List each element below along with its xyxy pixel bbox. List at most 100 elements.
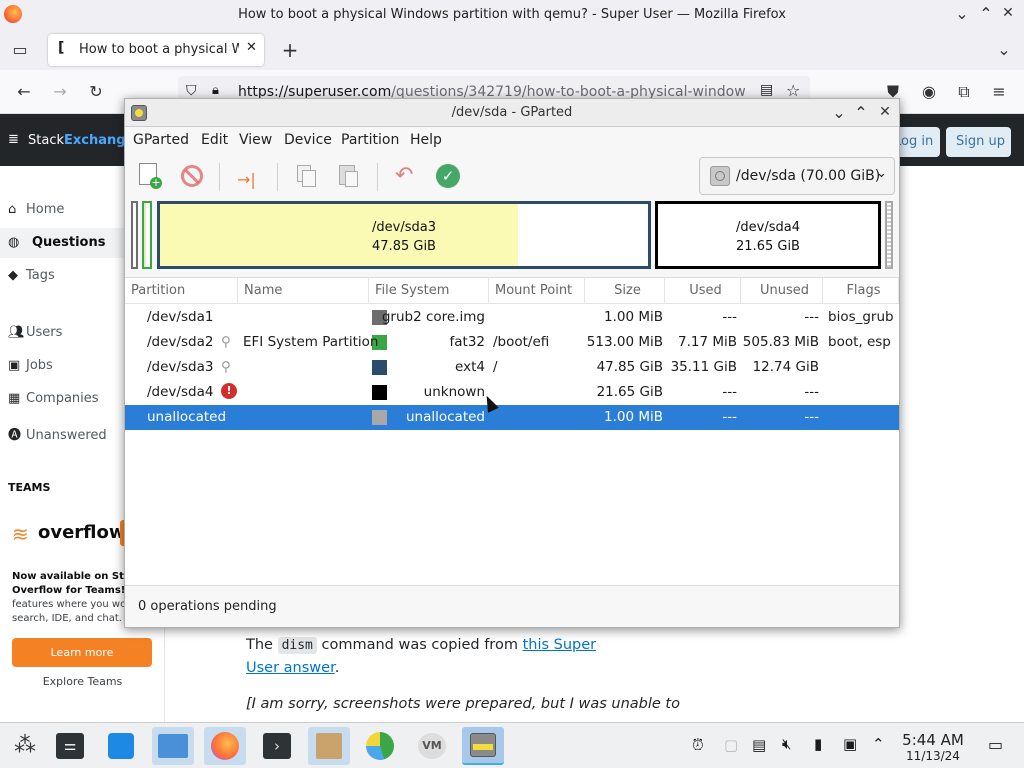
- account-icon[interactable]: ◉: [920, 82, 938, 101]
- app-launcher-icon[interactable]: ⁂: [4, 727, 46, 765]
- map-sda1[interactable]: [131, 201, 138, 269]
- signup-button[interactable]: Sign up: [946, 127, 1011, 157]
- cell-size: 21.65 GiB: [596, 384, 663, 400]
- disk-map: /dev/sda3 47.85 GiB /dev/sda4 21.65 GiB: [129, 199, 895, 271]
- globe-icon: ◍: [8, 235, 20, 250]
- clipboard-manager-icon[interactable]: ▤: [752, 736, 766, 754]
- show-desktop-icon[interactable]: ▭: [988, 735, 1003, 754]
- partition-row[interactable]: unallocated unallocated 1.00 MiB --- ---: [125, 405, 899, 430]
- new-tab-icon[interactable]: +: [280, 38, 300, 62]
- new-partition-icon[interactable]: +: [133, 159, 167, 193]
- store-icon[interactable]: [100, 727, 142, 765]
- menu-help[interactable]: Help: [410, 132, 442, 148]
- cell-fs: unallocated: [405, 409, 485, 425]
- learn-more-button[interactable]: Learn more: [12, 638, 152, 667]
- menu-view[interactable]: View: [239, 132, 272, 148]
- partition-row[interactable]: ⚲ /dev/sda3 ext4 / 47.85 GiB 35.11 GiB 12.74 G…: [125, 355, 899, 380]
- nav-users[interactable]: 👥︎Users: [8, 325, 62, 340]
- files-icon[interactable]: [152, 727, 194, 765]
- tab-list-icon[interactable]: ⌄: [994, 40, 1014, 59]
- forward-icon[interactable]: →: [50, 82, 70, 101]
- disk-usage-icon[interactable]: [360, 727, 402, 765]
- menu-icon[interactable]: ≡: [990, 82, 1008, 101]
- reader-mode-icon[interactable]: ▤: [760, 82, 773, 98]
- volume-muted-icon[interactable]: 🔇︎: [782, 735, 791, 753]
- back-icon[interactable]: ←: [14, 82, 34, 101]
- apply-icon[interactable]: ✓: [431, 159, 465, 193]
- nav-unanswered[interactable]: 🅐︎ Unanswered: [8, 424, 107, 443]
- building-icon: ▦: [8, 391, 21, 406]
- partition-row[interactable]: ! /dev/sda4 unknown 21.65 GiB --- ---: [125, 380, 899, 405]
- clock-time: 5:44 AM: [902, 731, 964, 749]
- partition-table: Partition Name File System Mount Point S…: [125, 277, 899, 585]
- explore-teams-link[interactable]: Explore Teams: [0, 675, 165, 688]
- terminal-icon[interactable]: ›: [256, 727, 298, 765]
- tab-overview-icon[interactable]: ▭: [10, 40, 30, 59]
- paste-icon[interactable]: [331, 159, 365, 193]
- tag-icon: ◆: [8, 268, 18, 283]
- tray-expand-icon[interactable]: ⌃: [872, 735, 885, 753]
- extensions-icon[interactable]: ⧉: [955, 82, 973, 102]
- device-label: /dev/sda (70.00 GiB): [736, 168, 881, 184]
- maximize-icon[interactable]: ⌃: [978, 4, 994, 23]
- cell-partition: /dev/sda3: [147, 359, 214, 375]
- firefox-icon[interactable]: [204, 727, 246, 765]
- resize-move-icon[interactable]: →|: [231, 159, 265, 193]
- cell-unused: 12.74 GiB: [752, 359, 819, 375]
- menu-partition[interactable]: Partition: [341, 132, 399, 148]
- map-sda3[interactable]: /dev/sda3 47.85 GiB: [157, 201, 651, 269]
- map-sda2[interactable]: [142, 201, 152, 269]
- col-name[interactable]: Name: [238, 278, 369, 304]
- device-selector[interactable]: /dev/sda (70.00 GiB) ⌄: [699, 157, 895, 195]
- undo-icon[interactable]: ↶: [389, 159, 423, 193]
- col-partition[interactable]: Partition: [125, 278, 238, 304]
- tab-active[interactable]: [ How to boot a physical Wi ✕: [48, 34, 264, 66]
- clock[interactable]: 5:44 AM 11/13/24: [898, 731, 968, 763]
- copy-icon[interactable]: [289, 159, 323, 193]
- tab-close-icon[interactable]: ✕: [246, 40, 257, 55]
- virt-manager-icon[interactable]: VM: [412, 727, 454, 765]
- partition-row[interactable]: ⚲ /dev/sda2 EFI System Partition fat32/boot…: [125, 330, 899, 355]
- disk-icon: [710, 166, 730, 186]
- minimize-icon[interactable]: ⌄: [954, 4, 970, 23]
- cell-size: 513.00 MiB: [586, 334, 663, 350]
- col-mount-point[interactable]: Mount Point: [489, 278, 585, 304]
- toolbar-separator: [377, 163, 378, 191]
- nav-home[interactable]: ⌂ Home: [8, 202, 64, 217]
- nav-companies[interactable]: ▦ Companies: [8, 391, 99, 406]
- battery-icon[interactable]: ▮: [814, 735, 822, 753]
- cell-fs: fat32: [449, 334, 486, 350]
- package-icon[interactable]: [308, 727, 350, 765]
- cell-size: 1.00 MiB: [603, 309, 663, 325]
- map-sda4-size: 21.65 GiB: [736, 239, 800, 254]
- se-brand[interactable]: StackExchange: [28, 133, 134, 148]
- col-used[interactable]: Used: [665, 278, 741, 304]
- menu-gparted[interactable]: GParted: [133, 132, 189, 148]
- partition-row[interactable]: /dev/sda1 grub2 core.img 1.00 MiB --- --- bio…: [125, 305, 899, 330]
- menu-device[interactable]: Device: [284, 132, 332, 148]
- users-icon: 👥︎: [8, 325, 25, 340]
- close-icon[interactable]: ✕: [1000, 5, 1016, 21]
- clipboard-icon[interactable]: ▢: [724, 736, 738, 754]
- network-icon[interactable]: ▣: [843, 735, 857, 753]
- notifications-icon[interactable]: ⏰︎: [692, 736, 704, 754]
- map-sda4[interactable]: /dev/sda4 21.65 GiB: [655, 201, 881, 269]
- gparted-task-icon[interactable]: [462, 727, 504, 765]
- col-size[interactable]: Size: [585, 278, 665, 304]
- gparted-minimize-icon[interactable]: ⌄: [831, 103, 847, 122]
- cell-unused: 505.83 MiB: [742, 334, 819, 350]
- stackexchange-logo-icon[interactable]: ≣: [8, 132, 19, 147]
- menu-edit[interactable]: Edit: [201, 132, 228, 148]
- gparted-maximize-icon[interactable]: ⌃: [853, 103, 869, 122]
- col-file-system[interactable]: File System: [369, 278, 489, 304]
- nav-jobs[interactable]: ▣ Jobs: [8, 358, 53, 373]
- map-unallocated[interactable]: [885, 201, 893, 269]
- nav-tags[interactable]: ◆ Tags: [8, 268, 55, 283]
- gparted-close-icon[interactable]: ✕: [877, 104, 893, 120]
- reload-icon[interactable]: ↻: [86, 82, 106, 101]
- col-unused[interactable]: Unused: [741, 278, 823, 304]
- delete-partition-icon[interactable]: [175, 159, 209, 193]
- col-flags[interactable]: Flags: [823, 278, 899, 304]
- filesystem-color-swatch: [372, 385, 387, 400]
- settings-icon[interactable]: ⚌: [50, 727, 92, 765]
